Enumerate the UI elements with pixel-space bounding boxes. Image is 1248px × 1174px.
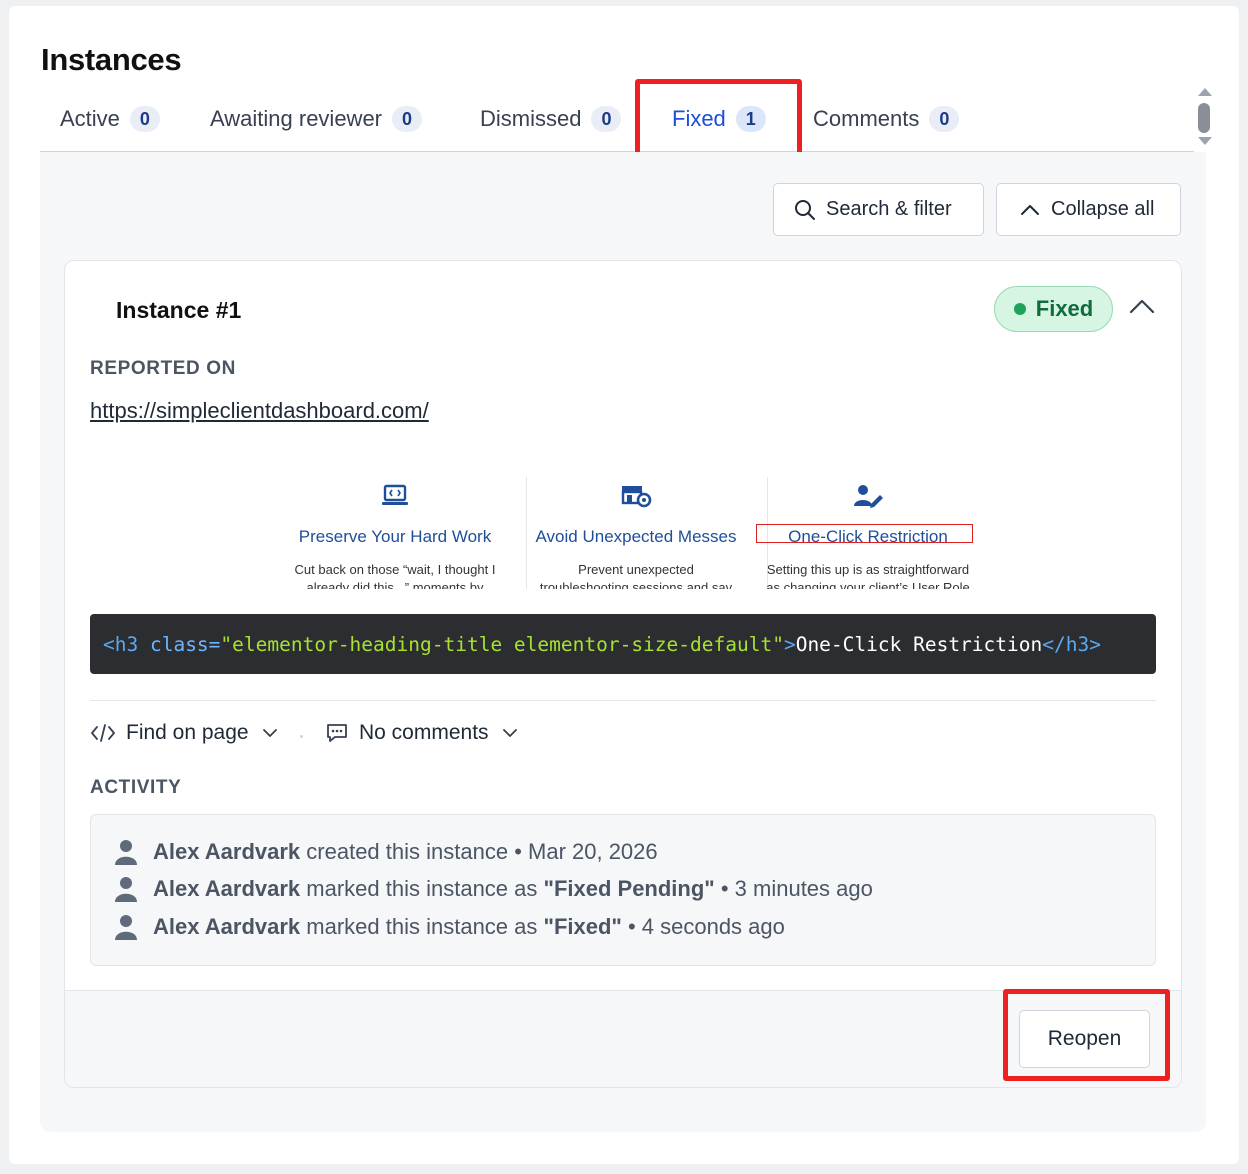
store-gear-icon bbox=[621, 486, 652, 508]
collapse-all-button[interactable]: Collapse all bbox=[996, 183, 1181, 236]
status-dot-icon bbox=[1013, 303, 1026, 315]
collapse-instance-chevron-icon[interactable] bbox=[1129, 298, 1155, 314]
element-code-snippet: <h3 class= "elementor-heading-title eleme… bbox=[90, 614, 1156, 674]
preview-body: Setting this up is as straightforward as … bbox=[758, 561, 975, 589]
find-on-page-dropdown[interactable]: Find on page bbox=[90, 721, 279, 745]
user-avatar-icon bbox=[115, 877, 137, 902]
activity-user: Alex Aardvark bbox=[153, 876, 301, 901]
instances-panel: Instances Active 0 Awaiting reviewer 0 D… bbox=[9, 6, 1239, 1164]
tab-comments[interactable]: Comments 0 bbox=[813, 106, 960, 132]
code-close-tag: </h3> bbox=[1042, 632, 1101, 656]
preview-heading: Preserve Your Hard Work bbox=[298, 527, 492, 546]
collapse-all-label: Collapse all bbox=[1051, 198, 1155, 220]
tab-label: Comments bbox=[813, 106, 920, 131]
tab-active[interactable]: Active 0 bbox=[60, 106, 160, 132]
tab-dismissed[interactable]: Dismissed 0 bbox=[480, 106, 622, 132]
preview-column: Preserve Your Hard Work Cut back on thos… bbox=[275, 477, 515, 589]
status-badge-label: Fixed bbox=[1035, 296, 1094, 321]
search-filter-label: Search & filter bbox=[826, 198, 952, 220]
activity-text: marked this instance as bbox=[300, 914, 544, 939]
activity-time: • Mar 20, 2026 bbox=[508, 839, 658, 864]
activity-item: Alex Aardvark marked this instance as "F… bbox=[115, 914, 785, 940]
tab-count-badge: 0 bbox=[392, 106, 423, 132]
scrollbar-thumb[interactable] bbox=[1198, 103, 1210, 133]
preview-body-line: Setting this up is as straightforward bbox=[766, 562, 970, 577]
tab-content-area: Search & filter Collapse all Instance #1… bbox=[40, 152, 1206, 1132]
comments-label: No comments bbox=[359, 721, 489, 744]
user-avatar-icon bbox=[115, 840, 137, 865]
preview-body-line: as changing your client’s User Role bbox=[766, 580, 970, 589]
code-icon bbox=[91, 724, 115, 742]
activity-log: Alex Aardvark created this instance • Ma… bbox=[90, 814, 1156, 966]
reported-url-link[interactable]: https://simpleclientdashboard.com/ bbox=[90, 398, 429, 424]
search-filter-button[interactable]: Search & filter bbox=[773, 183, 984, 236]
code-attr-value: "elementor-heading-title elementor-size-… bbox=[220, 632, 784, 656]
tab-label: Dismissed bbox=[480, 106, 582, 131]
tab-awaiting-reviewer[interactable]: Awaiting reviewer 0 bbox=[210, 106, 423, 132]
reported-on-label: REPORTED ON bbox=[90, 358, 236, 379]
comments-dropdown[interactable]: No comments bbox=[325, 721, 519, 745]
element-highlight-outline bbox=[756, 524, 973, 543]
tab-count-badge: 0 bbox=[929, 106, 960, 132]
activity-item: Alex Aardvark marked this instance as "F… bbox=[115, 876, 873, 902]
activity-text: created this instance bbox=[300, 839, 509, 864]
instance-title: Instance #1 bbox=[116, 297, 242, 323]
user-edit-icon bbox=[854, 485, 883, 508]
tab-label: Active bbox=[60, 106, 120, 131]
page-title: Instances bbox=[41, 42, 182, 77]
search-icon bbox=[795, 199, 815, 220]
divider bbox=[90, 700, 1156, 701]
preview-body: Prevent unexpected troubleshooting sessio… bbox=[516, 561, 756, 589]
preview-heading: Avoid Unexpected Messes bbox=[535, 527, 737, 546]
status-badge: Fixed bbox=[994, 286, 1113, 332]
laptop-code-icon bbox=[382, 484, 408, 505]
activity-label: ACTIVITY bbox=[90, 777, 182, 798]
user-avatar-icon bbox=[115, 915, 137, 940]
tab-count-badge: 0 bbox=[591, 106, 622, 132]
tab-bar: Active 0 Awaiting reviewer 0 Dismissed 0… bbox=[40, 94, 1194, 156]
tab-count-badge: 0 bbox=[129, 106, 160, 132]
scroll-up-arrow-icon[interactable] bbox=[1198, 88, 1212, 96]
comment-icon bbox=[327, 724, 347, 742]
element-screenshot-preview: Preserve Your Hard Work Cut back on thos… bbox=[275, 477, 975, 589]
code-text: One-Click Restriction bbox=[795, 632, 1043, 656]
chevron-down-icon bbox=[502, 729, 517, 737]
find-on-page-label: Find on page bbox=[126, 721, 249, 744]
code-attr-name: class= bbox=[138, 632, 221, 656]
separator-dot bbox=[300, 735, 303, 738]
preview-body-line: Prevent unexpected bbox=[578, 562, 694, 577]
scroll-down-arrow-icon[interactable] bbox=[1198, 137, 1212, 145]
activity-time: • 4 seconds ago bbox=[621, 914, 785, 939]
preview-body-line: Cut back on those “wait, I thought I bbox=[294, 562, 496, 577]
code-tag-close: > bbox=[783, 632, 796, 656]
activity-status: "Fixed Pending" bbox=[543, 876, 715, 901]
activity-time: • 3 minutes ago bbox=[714, 876, 873, 901]
highlight-box-reopen-button bbox=[1003, 989, 1170, 1081]
code-open-tag: <h3 bbox=[103, 632, 139, 656]
instance-card: Instance #1 Fixed REPORTED ON https://si… bbox=[64, 260, 1182, 1088]
preview-body-line: troubleshooting sessions and sav bbox=[539, 580, 733, 589]
preview-body: Cut back on those “wait, I thought I alre… bbox=[275, 561, 515, 589]
chevron-up-icon bbox=[1021, 204, 1039, 215]
activity-user: Alex Aardvark bbox=[153, 914, 301, 939]
activity-text: marked this instance as bbox=[300, 876, 544, 901]
tab-label: Awaiting reviewer bbox=[210, 106, 383, 131]
activity-item: Alex Aardvark created this instance • Ma… bbox=[115, 839, 658, 865]
activity-user: Alex Aardvark bbox=[153, 839, 301, 864]
chevron-down-icon bbox=[262, 729, 277, 737]
preview-body-line: already did this...” moments by bbox=[306, 580, 484, 589]
preview-column: Avoid Unexpected Messes Prevent unexpect… bbox=[516, 477, 756, 589]
activity-status: "Fixed" bbox=[543, 914, 622, 939]
